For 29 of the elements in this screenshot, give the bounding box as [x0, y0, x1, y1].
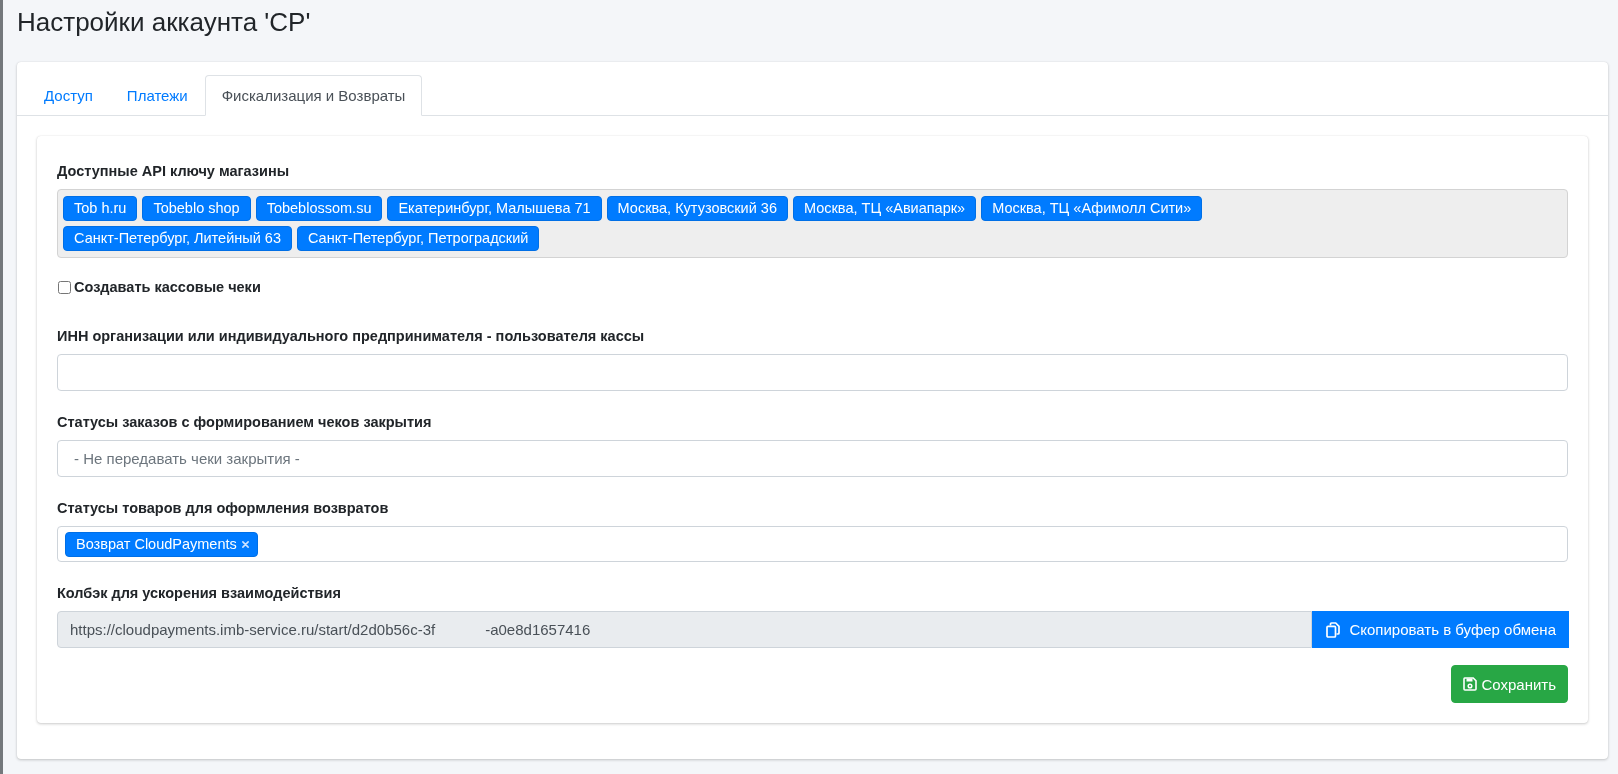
shop-tag: Санкт-Петербург, Литейный 63 — [63, 226, 292, 251]
shop-tag: Tob h.ru — [63, 196, 138, 221]
inn-input-field[interactable] — [57, 354, 1568, 391]
copy-icon — [1326, 621, 1341, 638]
page-title: Настройки аккаунта 'CP' — [17, 6, 311, 38]
shop-tag: Москва, ТЦ «Афимолл Сити» — [981, 196, 1203, 221]
shop-tag: Екатеринбург, Малышева 71 — [387, 196, 602, 221]
return-status-select[interactable]: Возврат CloudPayments — [57, 526, 1568, 562]
save-button[interactable]: Сохранить — [1451, 665, 1568, 703]
order-status-select[interactable]: - Не передавать чеки закрытия - — [57, 440, 1568, 477]
shop-tag: Tobeblo shop — [142, 196, 251, 221]
tag-text: Возврат CloudPayments — [76, 534, 237, 554]
tab[interactable]: Платежи — [109, 75, 205, 116]
field-label: Доступные API ключу магазины — [57, 162, 291, 181]
tab[interactable]: Фискализация и Возвраты — [204, 75, 423, 116]
copy-button[interactable]: Скопировать в буфер обмена — [1312, 611, 1569, 648]
shop-tag: Москва, ТЦ «Авиапарк» — [792, 196, 977, 221]
shop-tag: Санкт-Петербург, Петроградский — [296, 226, 540, 251]
checkbox-label: Создавать кассовые чеки — [74, 279, 261, 295]
field-label: Статусы товаров для оформления возвратов — [57, 499, 390, 518]
field-label: Колбэк для ускорения взаимодействия — [57, 584, 342, 603]
remove-icon[interactable] — [241, 540, 249, 548]
shop-tag: Tobeblossom.su — [255, 196, 383, 221]
shop-tag: Москва, Кутузовский 36 — [606, 196, 788, 221]
field-label: ИНН организации или индивидуального предпринимателя - пользователя кассы — [57, 327, 646, 346]
tab[interactable]: Доступ — [27, 75, 110, 116]
field-label: Статусы заказов с формированием чеков закрытия — [57, 413, 433, 432]
receipts-checkbox[interactable] — [58, 280, 71, 294]
callback-url-field[interactable]: https://cloudpayments.imb-service.ru/start/d2d0b56c-3f -a0e8d1657416 — [57, 611, 1313, 648]
